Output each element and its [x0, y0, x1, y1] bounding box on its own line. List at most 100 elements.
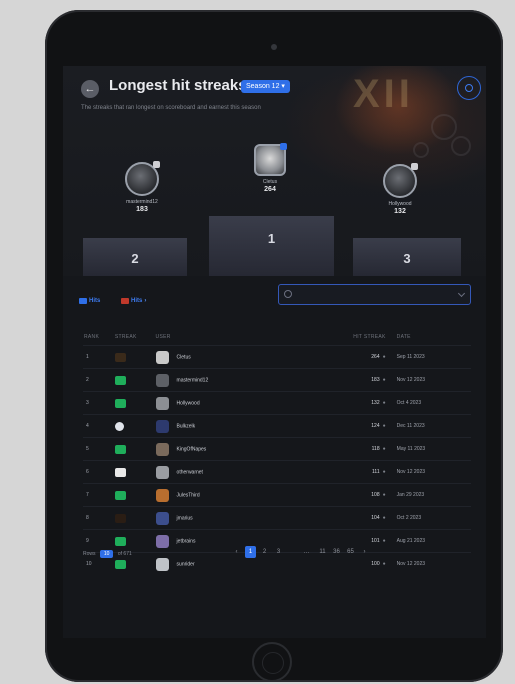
row-user[interactable]: JulesThird [154, 483, 317, 507]
row-user[interactable]: Hollywood [154, 391, 317, 415]
tab-hits[interactable]: Hits [79, 298, 100, 305]
search-input[interactable] [278, 284, 471, 305]
rows-select[interactable]: 10 [99, 550, 114, 558]
row-user[interactable]: Cletus [154, 345, 317, 369]
hits-unit: ● [382, 423, 386, 429]
row-streak [113, 345, 155, 369]
table-row[interactable]: 4 Bulkzelk 124 ● Dec 11 2023 [83, 414, 471, 438]
column-header-date[interactable]: DATE [396, 329, 471, 346]
settings-button[interactable] [457, 76, 481, 100]
row-user[interactable]: otherwarnet [154, 460, 317, 484]
table-row[interactable]: 5 KingOfNapes 118 ● May 11 2023 [83, 437, 471, 461]
user-name: jetbrains [176, 538, 196, 544]
row-rank: 3 [83, 391, 114, 415]
arrow-left-icon: ← [84, 83, 96, 95]
back-button[interactable]: ← [81, 80, 99, 98]
rows-total: of 671 [117, 551, 132, 557]
rank-badge-icon [411, 163, 418, 170]
podium-user-second[interactable]: mastermind12 183 [112, 161, 172, 213]
table-header-row: RANK STREAK USER HIT STREAK DATE [83, 329, 471, 346]
streak-icon [114, 536, 126, 546]
row-rank: 8 [83, 506, 114, 530]
column-header-streak[interactable]: STREAK [114, 329, 155, 346]
page-button[interactable]: … [301, 546, 312, 558]
rows-per-page: Rows 10 of 671 [83, 550, 132, 558]
flag-icon [121, 298, 129, 304]
streak-icon [114, 375, 126, 385]
page-button[interactable]: 11 [317, 546, 328, 558]
deco-ring [451, 136, 471, 156]
app-screen: XII ← Longest hit streaks Season 12 ▾ Th… [63, 66, 486, 638]
page-button[interactable]: 36 [331, 546, 342, 558]
podium-name: mastermind12 [126, 199, 158, 205]
column-header-user[interactable]: USER [155, 329, 317, 346]
row-user[interactable]: jmarius [154, 506, 317, 530]
tab-hits-alt[interactable]: Hits › [121, 298, 146, 305]
podium-score: 183 [136, 206, 148, 213]
hits-value: 111 [372, 469, 380, 475]
season-dropdown[interactable]: Season 12 ▾ [241, 80, 290, 93]
streak-icon [114, 490, 126, 500]
hits-value: 183 [371, 377, 380, 383]
page-button[interactable]: 65 [345, 546, 356, 558]
hits-value: 132 [371, 400, 380, 406]
podium-user-first[interactable]: Cletus 264 [240, 143, 300, 193]
camera-dot [271, 44, 277, 50]
table-row[interactable]: 3 Hollywood 132 ● Oct 4 2023 [83, 391, 471, 415]
hits-unit: ● [382, 400, 386, 406]
table-row[interactable]: 7 JulesThird 108 ● Jan 29 2023 [83, 483, 471, 507]
row-hits: 264 ● [316, 345, 396, 369]
podium-block-first: 1 [209, 216, 334, 276]
row-hits: 118 ● [316, 437, 396, 461]
table-row[interactable]: 6 otherwarnet 111 ● Nov 12 2023 [83, 460, 471, 484]
tablet-frame: XII ← Longest hit streaks Season 12 ▾ Th… [45, 10, 503, 682]
table-row[interactable]: 8 jmarius 104 ● Oct 2 2023 [83, 506, 471, 530]
table-row[interactable]: 1 Cletus 264 ● Sep 11 2023 [83, 345, 471, 369]
column-header-hits[interactable]: HIT STREAK [316, 329, 395, 346]
podium-user-third[interactable]: Hollywood 132 [370, 163, 430, 215]
row-user[interactable]: mastermind12 [154, 368, 317, 392]
page-subtitle: The streaks that ran longest on scoreboa… [81, 105, 261, 111]
hits-value: 264 [371, 354, 380, 360]
podium-score: 264 [264, 186, 276, 193]
podium-block-second: 2 [83, 238, 187, 276]
streak-icon [114, 352, 126, 362]
row-date: Nov 12 2023 [395, 368, 471, 392]
row-rank: 1 [83, 345, 114, 369]
row-user[interactable]: KingOfNapes [154, 437, 317, 461]
column-header-rank[interactable]: RANK [83, 329, 114, 346]
avatar [155, 557, 169, 571]
rank-badge-icon [280, 143, 287, 150]
row-streak [113, 368, 155, 392]
hits-unit: ● [382, 515, 386, 521]
row-rank: 4 [83, 414, 114, 438]
page-button[interactable]: 3 [273, 546, 284, 558]
row-date: Dec 11 2023 [395, 414, 471, 438]
row-hits: 183 ● [316, 368, 396, 392]
home-button[interactable] [252, 642, 292, 682]
target-icon [79, 298, 87, 304]
user-name: otherwarnet [176, 469, 203, 475]
avatar [155, 442, 169, 456]
avatar [155, 465, 169, 479]
rows-label: Rows [83, 551, 96, 557]
page-button[interactable]: › [359, 546, 370, 558]
hits-value: 100 [371, 561, 380, 567]
podium-score: 132 [394, 208, 406, 215]
avatar [155, 350, 169, 364]
row-streak [113, 414, 155, 438]
hits-unit: ● [382, 354, 386, 360]
row-date: May 11 2023 [395, 437, 471, 461]
table-row[interactable]: 2 mastermind12 183 ● Nov 12 2023 [83, 368, 471, 392]
row-hits: 132 ● [316, 391, 396, 415]
row-streak [113, 483, 155, 507]
row-user[interactable]: Bulkzelk [154, 414, 317, 438]
user-name: Bulkzelk [176, 423, 196, 429]
podium-block-third: 3 [353, 238, 461, 276]
page-button[interactable]: 1 [245, 546, 256, 558]
row-date: Sep 11 2023 [395, 345, 471, 369]
page-button[interactable]: ‹ [231, 546, 242, 558]
deco-ring [413, 142, 429, 158]
hits-value: 118 [371, 446, 380, 452]
page-button[interactable]: 2 [259, 546, 270, 558]
